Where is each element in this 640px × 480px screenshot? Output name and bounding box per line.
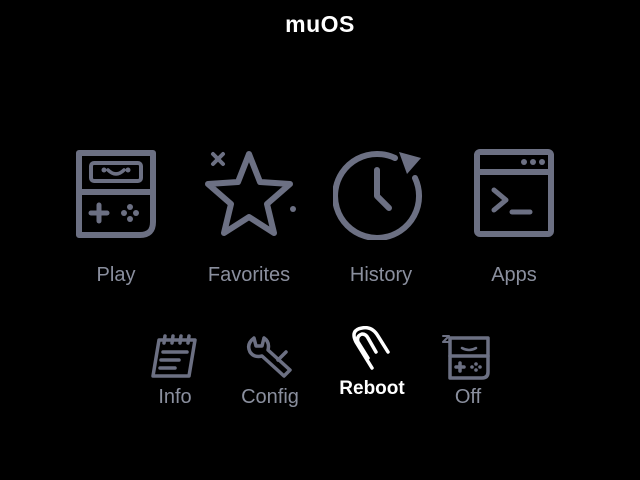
star-icon xyxy=(205,151,296,236)
menu-item-reboot[interactable]: Reboot xyxy=(332,326,412,400)
menu-item-favorites[interactable]: Favorites xyxy=(189,148,309,287)
menu-item-reboot-label: Reboot xyxy=(339,378,405,399)
menu-item-play-label: Play xyxy=(96,264,136,286)
menu-item-config[interactable]: Config xyxy=(230,334,310,409)
terminal-window-icon xyxy=(474,149,554,237)
gameboy-icon xyxy=(76,150,156,238)
app-title: muOS xyxy=(285,11,355,37)
menu-item-apps-label: Apps xyxy=(491,264,537,286)
menu-item-apps[interactable]: Apps xyxy=(454,148,574,287)
menu-item-play[interactable]: Play xyxy=(56,148,176,287)
menu-item-info[interactable]: Info xyxy=(135,334,215,409)
menu-item-off[interactable]: Off xyxy=(428,334,508,409)
paperclip-icon xyxy=(352,326,390,370)
notepad-icon xyxy=(151,334,197,378)
sleeping-gameboy-icon xyxy=(442,335,490,380)
menu-item-config-label: Config xyxy=(241,386,299,408)
clock-history-icon xyxy=(333,151,422,240)
menu-item-info-label: Info xyxy=(158,386,192,408)
menu-item-history[interactable]: History xyxy=(321,148,441,287)
menu-item-favorites-label: Favorites xyxy=(207,264,291,286)
menu-item-off-label: Off xyxy=(454,386,482,408)
wrench-icon xyxy=(246,336,292,378)
menu-item-history-label: History xyxy=(349,264,413,286)
